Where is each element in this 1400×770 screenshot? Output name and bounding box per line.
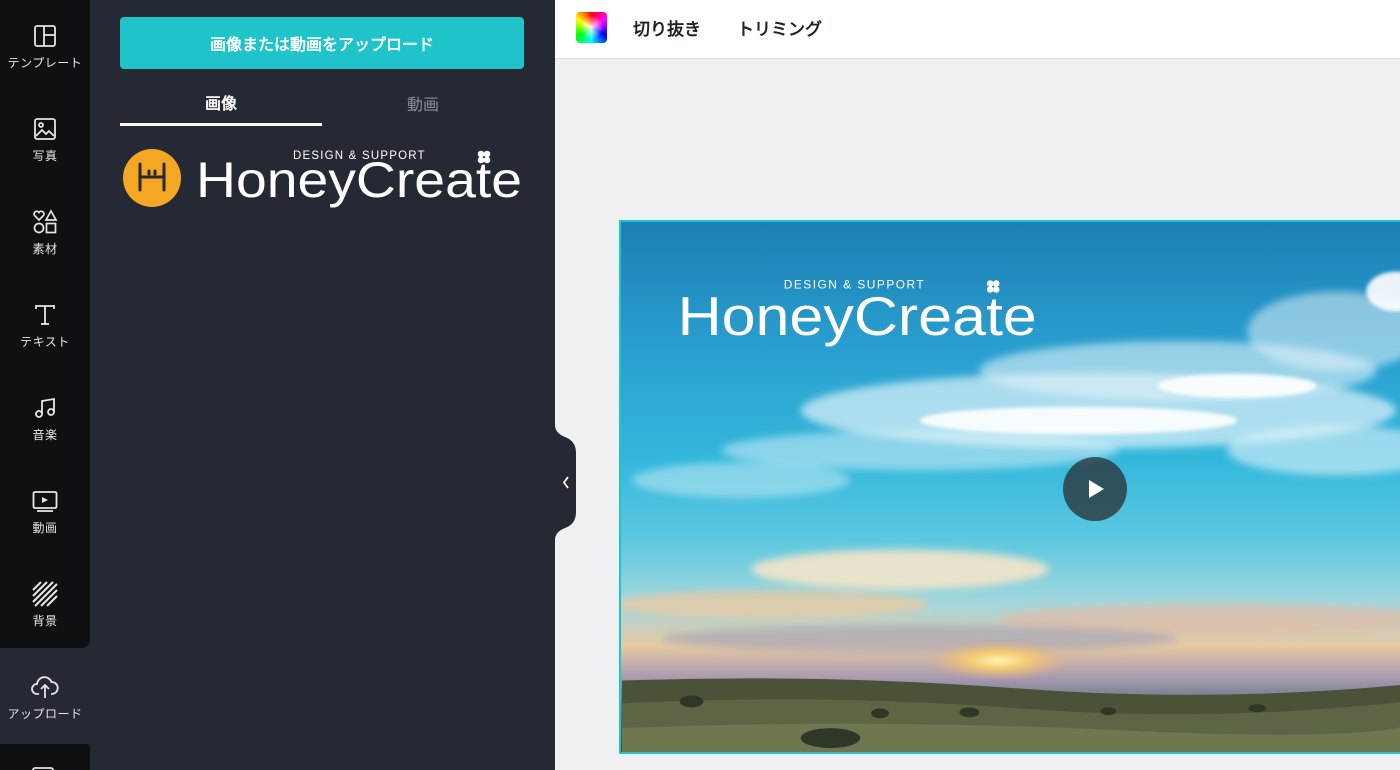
rail-label: テキスト: [20, 335, 70, 349]
media-tabs: 画像 動画: [120, 80, 524, 126]
upload-media-button[interactable]: 画像または動画をアップロード: [120, 17, 524, 69]
rail-item-music[interactable]: 音楽: [0, 372, 90, 465]
rail-item-photos[interactable]: 写真: [0, 93, 90, 186]
rail-label: 素材: [32, 242, 58, 256]
upload-cloud-icon: [31, 673, 59, 701]
video-icon: [31, 487, 59, 515]
background-icon: [31, 580, 59, 608]
tab-videos[interactable]: 動画: [322, 80, 524, 126]
play-icon: [1089, 480, 1104, 498]
rail-item-video[interactable]: 動画: [0, 465, 90, 558]
rail-item-upload[interactable]: アップロード: [0, 651, 90, 744]
upload-panel: 画像または動画をアップロード 画像 動画 DESIGN & SUPPORT Ho…: [90, 0, 555, 770]
rail-item-templates[interactable]: テンプレート: [0, 0, 90, 93]
tab-images[interactable]: 画像: [120, 80, 322, 126]
sky-video-frame: DESIGN & SUPPORT HoneyCreate: [621, 271, 1400, 752]
rail-label: 写真: [32, 149, 58, 163]
rail-item-text[interactable]: テキスト: [0, 279, 90, 372]
left-rail: テンプレート 写真 素材 テキスト 音楽 動画 背景 アップロード: [0, 0, 90, 770]
rail-item-elements[interactable]: 素材: [0, 186, 90, 279]
music-icon: [31, 394, 59, 422]
rail-label: 音楽: [32, 428, 58, 442]
editor-toolbar: 切り抜き トリミング: [555, 0, 1400, 59]
rail-label: テンプレート: [7, 56, 83, 70]
collapse-panel-button[interactable]: [555, 425, 577, 540]
rail-label: 背景: [32, 614, 58, 628]
elements-icon: [31, 208, 59, 236]
canvas-logo-name: HoneyCreate: [678, 286, 1037, 347]
color-picker-icon[interactable]: [576, 12, 607, 43]
rail-label: 動画: [32, 521, 58, 535]
uploaded-logo-thumbnail[interactable]: DESIGN & SUPPORT HoneyCreate: [120, 144, 524, 214]
folder-icon[interactable]: [31, 762, 55, 770]
play-button[interactable]: [1063, 457, 1127, 521]
crop-button[interactable]: 切り抜き: [633, 15, 701, 40]
video-canvas[interactable]: DESIGN & SUPPORT HoneyCreate: [619, 220, 1400, 754]
text-icon: [31, 301, 59, 329]
rail-item-background[interactable]: 背景: [0, 558, 90, 651]
logo-name: HoneyCreate: [196, 152, 522, 208]
rail-label: アップロード: [7, 707, 83, 721]
photo-icon: [31, 115, 59, 143]
trim-button[interactable]: トリミング: [737, 15, 822, 40]
layout-icon: [31, 22, 59, 50]
